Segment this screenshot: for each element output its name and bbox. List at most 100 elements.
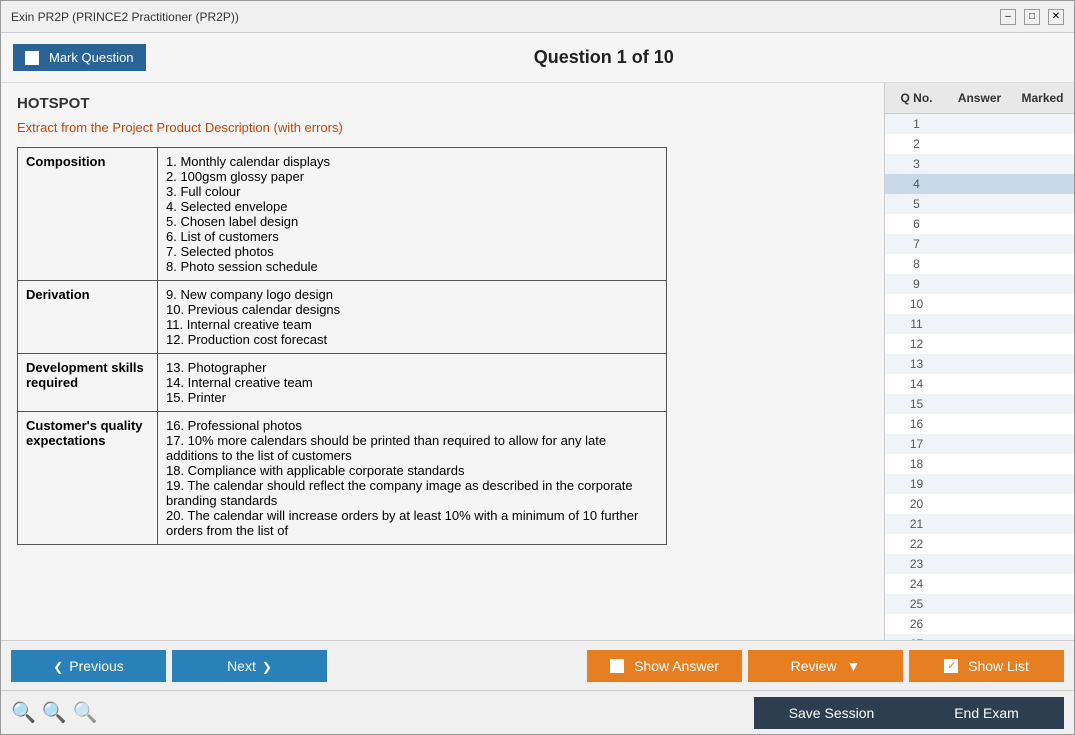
- sidebar-row[interactable]: 24: [885, 574, 1074, 594]
- sidebar-row[interactable]: 2: [885, 134, 1074, 154]
- sidebar-cell-marked: [1011, 602, 1074, 606]
- sidebar-row[interactable]: 22: [885, 534, 1074, 554]
- review-label: Review: [791, 658, 837, 674]
- sidebar-cell-answer: [948, 622, 1011, 626]
- sidebar-row[interactable]: 9: [885, 274, 1074, 294]
- table-row: Derivation 9. New company logo design 10…: [18, 281, 667, 354]
- sidebar-cell-num: 13: [885, 355, 948, 373]
- sidebar-cell-marked: [1011, 182, 1074, 186]
- end-exam-label: End Exam: [954, 705, 1019, 721]
- question-title: Question 1 of 10: [146, 47, 1062, 68]
- show-answer-checkbox-icon: [610, 659, 624, 673]
- sidebar-row[interactable]: 12: [885, 334, 1074, 354]
- maximize-button[interactable]: □: [1024, 9, 1040, 25]
- save-session-label: Save Session: [789, 705, 875, 721]
- review-button[interactable]: Review ▼: [748, 650, 903, 682]
- sidebar-cell-num: 9: [885, 275, 948, 293]
- next-chevron-icon: [262, 658, 272, 674]
- sidebar-cell-answer: [948, 482, 1011, 486]
- zoom-out-button[interactable]: 🔍: [73, 700, 98, 725]
- category-cell: Customer's quality expectations: [18, 412, 158, 545]
- sidebar-row[interactable]: 26: [885, 614, 1074, 634]
- sidebar-cell-answer: [948, 242, 1011, 246]
- sidebar-cell-answer: [948, 202, 1011, 206]
- mark-question-label: Mark Question: [49, 50, 134, 65]
- sidebar-cell-marked: [1011, 262, 1074, 266]
- window-title: Exin PR2P (PRINCE2 Practitioner (PR2P)): [11, 10, 239, 24]
- sidebar-row[interactable]: 19: [885, 474, 1074, 494]
- sidebar-cell-num: 20: [885, 495, 948, 513]
- sidebar-row[interactable]: 1: [885, 114, 1074, 134]
- question-sidebar: Q No. Answer Marked 12345678910111213141…: [884, 83, 1074, 640]
- save-session-button[interactable]: Save Session: [754, 697, 909, 729]
- sidebar-row[interactable]: 17: [885, 434, 1074, 454]
- main-content: HOTSPOT Extract from the Project Product…: [1, 83, 1074, 640]
- sidebar-cell-num: 6: [885, 215, 948, 233]
- sidebar-cell-answer: [948, 122, 1011, 126]
- zoom-normal-button[interactable]: 🔍: [42, 700, 67, 725]
- zoom-in-button[interactable]: 🔍: [11, 700, 36, 725]
- items-cell: 16. Professional photos 17. 10% more cal…: [158, 412, 667, 545]
- show-list-checkbox-icon: [944, 659, 958, 673]
- end-exam-button[interactable]: End Exam: [909, 697, 1064, 729]
- sidebar-row[interactable]: 14: [885, 374, 1074, 394]
- sidebar-cell-answer: [948, 382, 1011, 386]
- sidebar-cell-marked: [1011, 242, 1074, 246]
- next-button[interactable]: Next: [172, 650, 327, 682]
- table-row: Customer's quality expectations 16. Prof…: [18, 412, 667, 545]
- items-cell: 13. Photographer 14. Internal creative t…: [158, 354, 667, 412]
- sidebar-cell-num: 16: [885, 415, 948, 433]
- close-button[interactable]: ✕: [1048, 9, 1064, 25]
- sidebar-cell-answer: [948, 282, 1011, 286]
- sidebar-row[interactable]: 6: [885, 214, 1074, 234]
- main-window: Exin PR2P (PRINCE2 Practitioner (PR2P)) …: [0, 0, 1075, 735]
- sidebar-row[interactable]: 11: [885, 314, 1074, 334]
- sidebar-cell-marked: [1011, 202, 1074, 206]
- previous-button[interactable]: Previous: [11, 650, 166, 682]
- sidebar-row[interactable]: 25: [885, 594, 1074, 614]
- sidebar-row[interactable]: 4: [885, 174, 1074, 194]
- sidebar-cell-num: 3: [885, 155, 948, 173]
- mark-question-button[interactable]: Mark Question: [13, 44, 146, 71]
- sidebar-row[interactable]: 5: [885, 194, 1074, 214]
- sidebar-row[interactable]: 15: [885, 394, 1074, 414]
- sidebar-row[interactable]: 13: [885, 354, 1074, 374]
- sidebar-row[interactable]: 23: [885, 554, 1074, 574]
- sidebar-cell-marked: [1011, 302, 1074, 306]
- sidebar-cell-marked: [1011, 162, 1074, 166]
- sidebar-question-list[interactable]: 1234567891011121314151617181920212223242…: [885, 114, 1074, 640]
- mark-checkbox-icon: [25, 51, 39, 65]
- sidebar-row[interactable]: 18: [885, 454, 1074, 474]
- sidebar-row[interactable]: 21: [885, 514, 1074, 534]
- show-answer-button[interactable]: Show Answer: [587, 650, 742, 682]
- previous-label: Previous: [69, 658, 123, 674]
- sidebar-cell-marked: [1011, 122, 1074, 126]
- sidebar-row[interactable]: 8: [885, 254, 1074, 274]
- sidebar-row[interactable]: 7: [885, 234, 1074, 254]
- sidebar-cell-num: 22: [885, 535, 948, 553]
- show-list-label: Show List: [968, 658, 1029, 674]
- sidebar-cell-marked: [1011, 362, 1074, 366]
- sidebar-cell-marked: [1011, 482, 1074, 486]
- sidebar-cell-answer: [948, 362, 1011, 366]
- show-list-button[interactable]: Show List: [909, 650, 1064, 682]
- sidebar-cell-marked: [1011, 282, 1074, 286]
- sidebar-cell-num: 23: [885, 555, 948, 573]
- table-row: Composition 1. Monthly calendar displays…: [18, 148, 667, 281]
- sidebar-cell-num: 7: [885, 235, 948, 253]
- zoom-controls: 🔍 🔍 🔍: [11, 700, 98, 725]
- sidebar-cell-marked: [1011, 562, 1074, 566]
- question-type-label: HOTSPOT: [17, 95, 868, 112]
- sidebar-row[interactable]: 10: [885, 294, 1074, 314]
- sidebar-row[interactable]: 20: [885, 494, 1074, 514]
- sidebar-row[interactable]: 16: [885, 414, 1074, 434]
- sidebar-row[interactable]: 3: [885, 154, 1074, 174]
- product-table: Composition 1. Monthly calendar displays…: [17, 147, 667, 545]
- title-bar: Exin PR2P (PRINCE2 Practitioner (PR2P)) …: [1, 1, 1074, 33]
- sidebar-cell-marked: [1011, 422, 1074, 426]
- sidebar-cell-answer: [948, 222, 1011, 226]
- sidebar-cell-num: 8: [885, 255, 948, 273]
- sidebar-cell-answer: [948, 422, 1011, 426]
- minimize-button[interactable]: –: [1000, 9, 1016, 25]
- sidebar-cell-num: 4: [885, 175, 948, 193]
